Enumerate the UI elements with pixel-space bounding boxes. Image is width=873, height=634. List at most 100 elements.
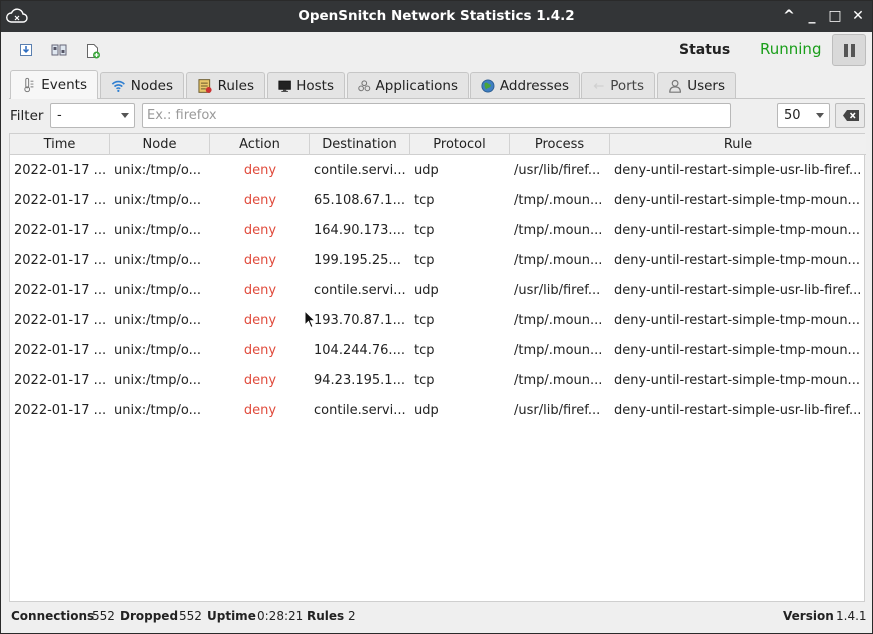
cell-destination: 104.244.76.... xyxy=(314,343,405,358)
rules-label: Rules xyxy=(307,609,345,623)
new-document-icon xyxy=(87,44,100,59)
cell-protocol: tcp xyxy=(414,313,435,328)
cell-protocol: tcp xyxy=(414,193,435,208)
cell-rule: deny-until-restart-simple-usr-lib-firef.… xyxy=(614,163,862,178)
keep-above-button[interactable]: ^ xyxy=(779,6,799,26)
tab-events[interactable]: Events xyxy=(10,70,98,99)
events-table[interactable]: Time Node Action Destination Protocol Pr… xyxy=(9,133,866,602)
cell-destination: contile.servi... xyxy=(314,163,406,178)
cell-rule: deny-until-restart-simple-usr-lib-firef.… xyxy=(614,283,862,298)
cell-protocol: udp xyxy=(414,163,439,178)
cell-node: unix:/tmp/o... xyxy=(114,193,202,208)
column-header-rule[interactable]: Rule xyxy=(610,134,866,155)
tab-rules[interactable]: Rules xyxy=(186,72,265,98)
cell-action: deny xyxy=(243,373,277,388)
applications-icon xyxy=(358,79,371,91)
connections-value: 552 xyxy=(92,609,115,623)
search-input[interactable] xyxy=(142,103,731,128)
column-header-node[interactable]: Node xyxy=(110,134,210,155)
uptime-label: Uptime xyxy=(207,609,256,623)
cell-process: /tmp/.moun... xyxy=(514,313,603,328)
minimize-button[interactable]: _ xyxy=(802,6,822,26)
cell-destination: 164.90.173.... xyxy=(314,223,405,238)
save-button[interactable] xyxy=(13,38,39,62)
tab-ports[interactable]: Ports xyxy=(581,72,655,98)
cell-node: unix:/tmp/o... xyxy=(114,253,202,268)
arrow-left-icon xyxy=(593,82,604,89)
cell-process: /usr/lib/firef... xyxy=(514,283,601,298)
table-row[interactable]: 2022-01-17 ... unix:/tmp/o... deny 94.23.19… xyxy=(10,366,866,396)
tab-label: Rules xyxy=(217,77,254,94)
column-header-action[interactable]: Action xyxy=(210,134,310,155)
cell-destination: 65.108.67.1... xyxy=(314,193,405,208)
table-row[interactable]: 2022-01-17 ... unix:/tmp/o... deny contile.… xyxy=(10,396,866,426)
cell-action: deny xyxy=(243,343,277,358)
uptime-value: 0:28:21 xyxy=(257,609,304,623)
title-bar[interactable]: OpenSnitch Network Statistics 1.4.2 ^ _ … xyxy=(1,1,872,32)
column-header-destination[interactable]: Destination xyxy=(310,134,410,155)
chevron-down-icon xyxy=(121,113,129,118)
cell-node: unix:/tmp/o... xyxy=(114,343,202,358)
cell-rule: deny-until-restart-simple-tmp-moun... xyxy=(614,223,860,238)
cell-node: unix:/tmp/o... xyxy=(114,313,202,328)
tab-addresses[interactable]: Addresses xyxy=(470,72,580,98)
preferences-button[interactable] xyxy=(45,38,71,62)
close-button[interactable]: ✕ xyxy=(848,6,868,26)
column-header-protocol[interactable]: Protocol xyxy=(410,134,510,155)
cell-process: /usr/lib/firef... xyxy=(514,163,601,178)
cell-node: unix:/tmp/o... xyxy=(114,223,202,238)
tab-hosts[interactable]: Hosts xyxy=(267,72,345,98)
chevron-down-icon xyxy=(816,113,824,118)
pause-button[interactable] xyxy=(832,34,866,66)
cell-protocol: udp xyxy=(414,403,439,418)
cell-time: 2022-01-17 ... xyxy=(14,313,107,328)
tab-label: Nodes xyxy=(130,77,173,94)
tab-nodes[interactable]: Nodes xyxy=(100,72,184,98)
table-row[interactable]: 2022-01-17 ... unix:/tmp/o... deny 65.108.6… xyxy=(10,186,866,216)
tab-label: Applications xyxy=(375,77,458,94)
clear-filter-button[interactable] xyxy=(835,103,865,128)
cell-time: 2022-01-17 ... xyxy=(14,403,107,418)
cell-time: 2022-01-17 ... xyxy=(14,163,107,178)
table-row[interactable]: 2022-01-17 ... unix:/tmp/o... deny 193.70.8… xyxy=(10,306,866,336)
cell-process: /tmp/.moun... xyxy=(514,193,603,208)
tab-users[interactable]: Users xyxy=(657,72,736,98)
limit-combo[interactable]: 50 xyxy=(777,103,830,128)
tab-applications[interactable]: Applications xyxy=(347,72,469,98)
maximize-button[interactable]: □ xyxy=(825,6,845,26)
new-rule-button[interactable] xyxy=(79,38,105,62)
status-label: Status xyxy=(679,42,731,58)
table-header: Time Node Action Destination Protocol Pr… xyxy=(10,134,866,155)
cell-destination: 94.23.195.1... xyxy=(314,373,405,388)
cell-time: 2022-01-17 ... xyxy=(14,253,107,268)
table-row[interactable]: 2022-01-17 ... unix:/tmp/o... deny contile.… xyxy=(10,276,866,306)
cell-rule: deny-until-restart-simple-tmp-moun... xyxy=(614,313,860,328)
table-row[interactable]: 2022-01-17 ... unix:/tmp/o... deny 104.244.… xyxy=(10,336,866,366)
table-row[interactable]: 2022-01-17 ... unix:/tmp/o... deny contile.… xyxy=(10,156,866,186)
column-header-process[interactable]: Process xyxy=(510,134,610,155)
cell-action: deny xyxy=(243,193,277,208)
wifi-icon xyxy=(111,80,125,92)
cell-rule: deny-until-restart-simple-usr-lib-firef.… xyxy=(614,403,862,418)
status-value: Running xyxy=(760,40,822,58)
table-row[interactable]: 2022-01-17 ... unix:/tmp/o... deny 199.195.… xyxy=(10,246,866,276)
cell-time: 2022-01-17 ... xyxy=(14,283,107,298)
cell-destination: contile.servi... xyxy=(314,283,406,298)
tab-divider xyxy=(9,98,865,99)
cell-action: deny xyxy=(243,253,277,268)
cell-time: 2022-01-17 ... xyxy=(14,343,107,358)
filter-combo-value: - xyxy=(57,108,62,123)
cell-protocol: udp xyxy=(414,283,439,298)
tab-label: Ports xyxy=(610,77,644,94)
events-icon xyxy=(24,77,34,93)
tab-label: Hosts xyxy=(296,77,334,94)
cell-destination: 199.195.25... xyxy=(314,253,401,268)
cell-protocol: tcp xyxy=(414,343,435,358)
cell-node: unix:/tmp/o... xyxy=(114,403,202,418)
filter-combo[interactable]: - xyxy=(50,103,135,128)
cell-process: /tmp/.moun... xyxy=(514,343,603,358)
column-header-time[interactable]: Time xyxy=(10,134,110,155)
table-row[interactable]: 2022-01-17 ... unix:/tmp/o... deny 164.90.1… xyxy=(10,216,866,246)
cell-process: /tmp/.moun... xyxy=(514,223,603,238)
cell-rule: deny-until-restart-simple-tmp-moun... xyxy=(614,193,860,208)
